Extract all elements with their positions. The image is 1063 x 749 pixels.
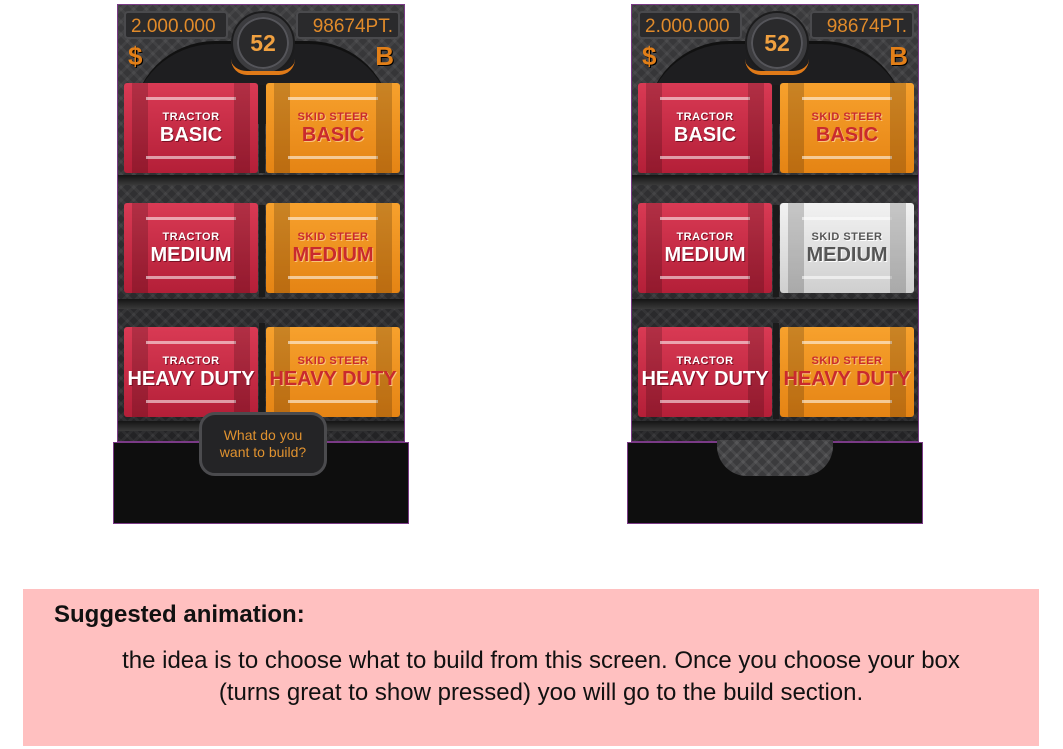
crate-line1: SKID STEER (297, 230, 369, 243)
crate-line1: SKID STEER (811, 354, 883, 367)
points-currency-icon: B (375, 41, 394, 71)
crate-line2: MEDIUM (150, 243, 232, 266)
crate-line2: MEDIUM (292, 243, 374, 266)
shelf-divider (259, 323, 265, 419)
crate-tractor-heavy-duty[interactable]: TRACTOR HEAVY DUTY (124, 327, 258, 417)
screen-pressed-state: 2.000.000 $ 52 98674PT. B TRACTOR BASIC … (627, 0, 923, 526)
crate-skid-steer-medium[interactable]: SKID STEER MEDIUM (266, 203, 400, 293)
crate-line2: BASIC (301, 123, 365, 146)
crate-line2: MEDIUM (664, 243, 746, 266)
money-counter: 2.000.000 (124, 11, 228, 39)
crate-skid-steer-heavy-duty[interactable]: SKID STEER HEAVY DUTY (266, 327, 400, 417)
crate-line2: MEDIUM (806, 243, 888, 266)
shelf (632, 421, 918, 431)
shelf (118, 299, 404, 309)
shelf (632, 175, 918, 185)
crate-skid-steer-heavy-duty[interactable]: SKID STEER HEAVY DUTY (780, 327, 914, 417)
crate-skid-steer-medium-pressed[interactable]: SKID STEER MEDIUM (780, 203, 914, 293)
crate-tractor-basic[interactable]: TRACTOR BASIC (638, 83, 772, 173)
hud: 2.000.000 $ 52 98674PT. B (632, 5, 918, 75)
points-counter: 98674PT. (810, 11, 914, 39)
crate-line1: SKID STEER (811, 110, 883, 123)
money-counter: 2.000.000 (638, 11, 742, 39)
crate-line1: TRACTOR (162, 110, 220, 123)
shelf (632, 299, 918, 309)
shelf (118, 175, 404, 185)
build-prompt-button[interactable]: What do you want to build? (199, 412, 327, 476)
crate-line1: SKID STEER (297, 110, 369, 123)
crate-line1: TRACTOR (676, 110, 734, 123)
note-title: Suggested animation: (54, 601, 305, 628)
crate-line1: SKID STEER (811, 230, 883, 243)
crate-line2: HEAVY DUTY (783, 367, 911, 390)
crate-skid-steer-basic[interactable]: SKID STEER BASIC (780, 83, 914, 173)
hud: 2.000.000 $ 52 98674PT. B (118, 5, 404, 75)
shelf-divider (259, 205, 265, 297)
crate-line2: HEAVY DUTY (269, 367, 397, 390)
points-counter: 98674PT. (296, 11, 400, 39)
crate-tractor-basic[interactable]: TRACTOR BASIC (124, 83, 258, 173)
crate-line2: BASIC (815, 123, 879, 146)
crate-tractor-heavy-duty[interactable]: TRACTOR HEAVY DUTY (638, 327, 772, 417)
note-body-line: (turns great to show pressed) yoo will g… (218, 679, 864, 706)
crate-line2: BASIC (673, 123, 737, 146)
note-body: the idea is to choose what to build from… (43, 645, 1039, 709)
crate-line2: HEAVY DUTY (641, 367, 769, 390)
crate-tractor-medium[interactable]: TRACTOR MEDIUM (638, 203, 772, 293)
base-notch (717, 440, 833, 476)
crate-tractor-medium[interactable]: TRACTOR MEDIUM (124, 203, 258, 293)
screen-panel: 2.000.000 $ 52 98674PT. B TRACTOR BASIC … (117, 4, 405, 442)
level-badge: 52 (231, 13, 295, 75)
dollar-icon: $ (642, 41, 657, 71)
annotation-note: Suggested animation: the idea is to choo… (23, 589, 1039, 746)
note-body-line: the idea is to choose what to build from… (122, 647, 960, 674)
points-currency-icon: B (889, 41, 908, 71)
screen-default: 2.000.000 $ 52 98674PT. B TRACTOR BASIC … (113, 0, 409, 526)
crate-line2: BASIC (159, 123, 223, 146)
crate-line1: TRACTOR (676, 230, 734, 243)
screen-panel: 2.000.000 $ 52 98674PT. B TRACTOR BASIC … (631, 4, 919, 442)
crate-line1: TRACTOR (676, 354, 734, 367)
crate-line2: HEAVY DUTY (127, 367, 255, 390)
crate-line1: SKID STEER (297, 354, 369, 367)
shelf-divider (259, 85, 265, 173)
crate-line1: TRACTOR (162, 230, 220, 243)
crate-line1: TRACTOR (162, 354, 220, 367)
shelf-divider (773, 205, 779, 297)
shelf-divider (773, 323, 779, 419)
level-badge: 52 (745, 13, 809, 75)
dollar-icon: $ (128, 41, 143, 71)
shelf-divider (773, 85, 779, 173)
crate-skid-steer-basic[interactable]: SKID STEER BASIC (266, 83, 400, 173)
